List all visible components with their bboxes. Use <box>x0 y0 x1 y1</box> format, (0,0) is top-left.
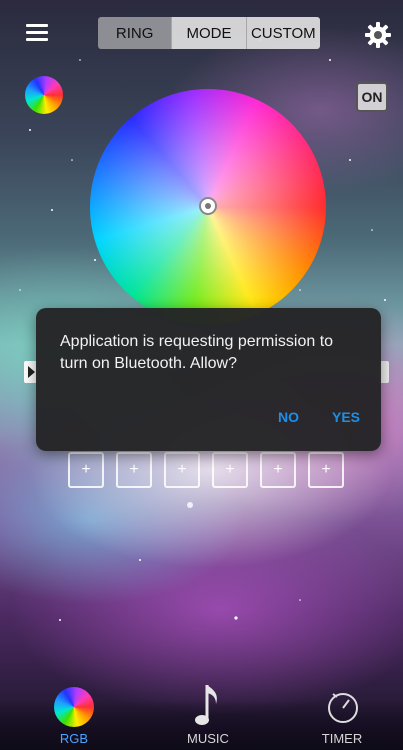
preset-slots: + + + + + + <box>68 452 344 488</box>
tab-custom[interactable]: CUSTOM <box>245 17 320 49</box>
tab-ring[interactable]: RING <box>98 17 172 49</box>
dialog-message: Application is requesting permission to … <box>60 333 334 372</box>
power-on-button[interactable]: ON <box>356 82 388 112</box>
nav-item-rgb[interactable]: RGB <box>34 680 114 750</box>
nav-label-rgb: RGB <box>59 731 89 746</box>
music-note-icon <box>195 685 217 725</box>
color-preset-wheel-icon[interactable] <box>25 76 63 114</box>
gear-icon[interactable] <box>364 21 392 49</box>
nav-item-music[interactable]: MUSIC <box>168 680 248 750</box>
preset-slot-button[interactable]: + <box>116 452 152 488</box>
preset-slot-button[interactable]: + <box>212 452 248 488</box>
tab-mode[interactable]: MODE <box>171 17 246 49</box>
preset-slot-button[interactable]: + <box>308 452 344 488</box>
bottom-navigation: RGB MUSIC TIMER <box>0 680 403 750</box>
nav-item-timer[interactable]: TIMER <box>302 680 382 750</box>
yes-button[interactable]: YES <box>332 409 360 425</box>
color-wheel-icon <box>54 687 94 727</box>
nav-label-timer: TIMER <box>321 731 363 746</box>
top-bar: RING MODE CUSTOM <box>0 0 403 70</box>
hamburger-menu-icon <box>26 24 48 27</box>
nav-label-music: MUSIC <box>187 731 229 746</box>
preset-slot-button[interactable]: + <box>260 452 296 488</box>
no-button[interactable]: NO <box>278 409 299 425</box>
mode-tabs: RING MODE CUSTOM <box>98 17 320 49</box>
bluetooth-permission-dialog: Application is requesting permission to … <box>36 308 381 451</box>
preset-slot-button[interactable]: + <box>164 452 200 488</box>
menu-button[interactable] <box>26 24 48 42</box>
timer-icon <box>328 693 358 723</box>
color-wheel-cursor[interactable] <box>199 197 217 215</box>
preset-slot-button[interactable]: + <box>68 452 104 488</box>
